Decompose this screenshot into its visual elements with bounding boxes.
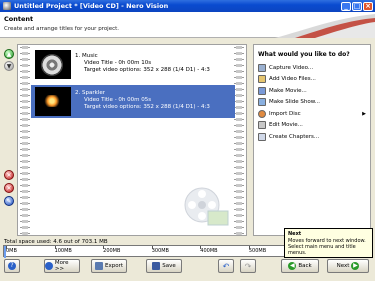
tooltip-line-2: Select main menu and title menus. <box>288 244 356 256</box>
title-options: Target video options: 352 x 288 (1/4 D1)… <box>84 104 210 110</box>
title-list[interactable]: 1. Music Video Title - 0h 00m 10s Target… <box>17 44 247 236</box>
create-chapters-icon <box>258 132 266 141</box>
capture-video-icon <box>258 63 266 72</box>
title-number: 2. <box>75 90 81 96</box>
make-movie-link[interactable]: Make Movie... <box>258 85 366 97</box>
space-tick-mark <box>248 246 250 249</box>
delete-all-icon[interactable]: ✕ <box>4 183 14 193</box>
list-item[interactable]: 1. Music Video Title - 0h 00m 10s Target… <box>31 48 235 81</box>
undo-button[interactable]: ↶ <box>218 259 234 273</box>
edit-movie-link[interactable]: Edit Movie... <box>258 120 366 132</box>
header-swoosh-graphic <box>275 14 375 38</box>
space-tick-label: 100MB <box>54 248 72 254</box>
export-icon <box>94 262 103 270</box>
space-tick-mark <box>6 246 7 249</box>
more-icon <box>45 262 53 270</box>
title-name: Music <box>82 53 98 59</box>
move-up-arrow-icon[interactable]: ▲ <box>4 49 14 59</box>
list-item-selected[interactable]: 2. Sparkler Video Title - 0h 00m 05s Tar… <box>31 85 235 118</box>
space-tick-mark <box>54 246 56 249</box>
next-arrow-icon: ▶ <box>351 262 360 270</box>
add-video-files-link[interactable]: Add Video Files... <box>258 74 366 86</box>
delete-title-icon[interactable]: ✕ <box>4 170 14 180</box>
space-tick-mark <box>200 246 202 249</box>
export-button[interactable]: Export <box>91 259 127 273</box>
help-icon: ? <box>8 262 16 270</box>
make-slide-show-link[interactable]: Make Slide Show... <box>258 97 366 109</box>
film-perforation-right <box>234 45 244 235</box>
window-titlebar[interactable]: Untitled Project * [Video CD] - Nero Vis… <box>0 0 375 12</box>
move-down-arrow-icon[interactable]: ▼ <box>4 61 14 71</box>
help-button[interactable]: ? <box>4 259 20 273</box>
import-disc-icon <box>258 109 266 118</box>
window-title: Untitled Project * [Video CD] - Nero Vis… <box>14 2 169 10</box>
space-tick-label: 200MB <box>103 248 121 254</box>
save-disk-icon <box>152 262 161 270</box>
space-tick-mark <box>151 246 153 249</box>
window-controls: _ □ × <box>341 1 375 11</box>
create-chapters-link[interactable]: Create Chapters... <box>258 131 366 143</box>
redo-button[interactable]: ↷ <box>240 259 256 273</box>
redo-icon: ↷ <box>244 261 252 271</box>
music-thumbnail <box>35 50 71 79</box>
title-options: Target video options: 352 x 288 (1/4 D1)… <box>84 67 210 73</box>
next-button[interactable]: Next ▶ <box>327 259 369 273</box>
back-arrow-icon: ◀ <box>288 262 297 270</box>
capture-video-link[interactable]: Capture Video... <box>258 62 366 74</box>
save-button[interactable]: Save <box>146 259 182 273</box>
page-header: Content Create and arrange titles for yo… <box>0 12 375 38</box>
space-tick-label: 0MB <box>6 248 17 254</box>
next-tooltip: Next Moves forward to next window. Selec… <box>284 228 373 258</box>
space-tick-label: 300MB <box>151 248 169 254</box>
title-number: 1. <box>75 53 81 59</box>
slide-show-icon <box>258 98 266 107</box>
add-video-files-icon <box>258 75 266 84</box>
task-panel: What would you like to do? Capture Video… <box>253 44 371 236</box>
space-tick-label: 400MB <box>200 248 218 254</box>
film-reel-watermark-icon <box>184 187 229 226</box>
tooltip-title: Next <box>288 231 302 237</box>
nero-app-icon <box>3 2 11 10</box>
properties-icon[interactable]: ✎ <box>4 196 14 206</box>
edit-movie-icon <box>258 121 266 130</box>
task-panel-heading: What would you like to do? <box>258 51 350 58</box>
more-button[interactable]: More >> <box>44 259 80 273</box>
space-tick-label: 500MB <box>248 248 267 254</box>
maximize-button[interactable]: □ <box>352 1 362 11</box>
film-perforation-left <box>20 45 30 235</box>
back-button[interactable]: ◀ Back <box>281 259 319 273</box>
title-duration: Video Title - 0h 00m 05s <box>84 97 152 103</box>
page-subtitle: Create and arrange titles for your proje… <box>4 26 120 32</box>
import-disc-link[interactable]: Import Disc ▶ <box>258 108 366 120</box>
title-name: Sparkler <box>82 90 105 96</box>
undo-icon: ↶ <box>222 261 230 271</box>
minimize-button[interactable]: _ <box>341 1 351 11</box>
submenu-arrow-icon: ▶ <box>362 110 366 117</box>
title-duration: Video Title - 0h 00m 10s <box>84 60 152 66</box>
sparkler-thumbnail <box>35 87 71 116</box>
space-tick-mark <box>103 246 105 249</box>
make-movie-icon <box>258 86 266 95</box>
page-title: Content <box>4 15 34 23</box>
close-button[interactable]: × <box>363 1 373 11</box>
